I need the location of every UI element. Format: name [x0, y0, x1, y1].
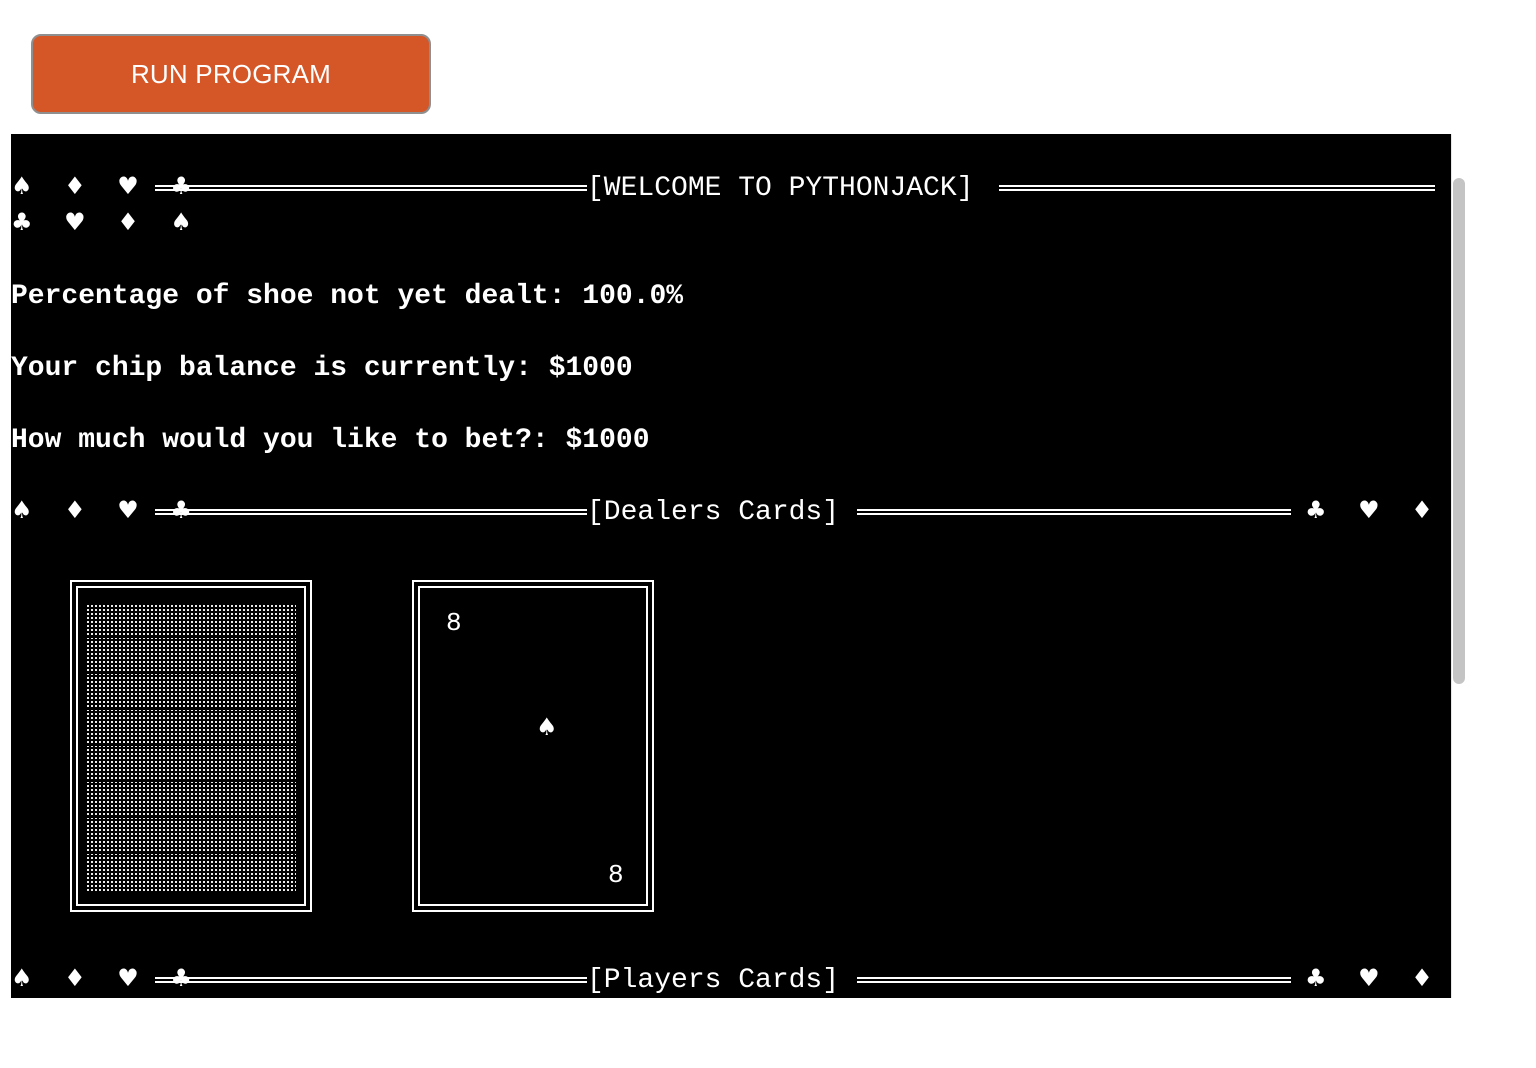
dealer-cards-title: [Dealers Cards] [587, 497, 840, 528]
dealer-card-8-spades: 8 ♠ 8 [412, 580, 654, 912]
terminal[interactable]: ♠ ♦ ♥ ♣ [WELCOME TO PYTHONJACK] ♣ ♥ ♦ ♠ … [11, 134, 1471, 998]
spade-icon: ♠ [536, 713, 558, 741]
chip-balance-line: Your chip balance is currently: $1000 [11, 353, 633, 384]
welcome-title: [WELCOME TO PYTHONJACK] [587, 173, 974, 204]
player-suits-right: ♣ ♥ ♦ ♠ [1305, 964, 1471, 992]
welcome-rule-left [155, 185, 587, 191]
card-inner-border: 8 ♠ 8 [418, 586, 648, 906]
run-program-button[interactable]: RUN PROGRAM [31, 34, 431, 114]
bet-prompt-line: How much would you like to bet?: $1000 [11, 425, 650, 456]
player-rule-left [155, 977, 587, 983]
card-inner-border [76, 586, 306, 906]
player-rule-right [857, 977, 1291, 983]
players-cards-title: [Players Cards] [587, 965, 840, 996]
dealer-suits-right: ♣ ♥ ♦ ♠ [1305, 496, 1471, 524]
card-back-pattern-icon [86, 604, 296, 892]
card-rank-top: 8 [446, 608, 462, 638]
shoe-percentage-line: Percentage of shoe not yet dealt: 100.0% [11, 281, 684, 312]
welcome-rule-right [999, 185, 1435, 191]
dealer-card-face-down [70, 580, 312, 912]
card-rank-bottom: 8 [608, 860, 624, 890]
dealer-rule-left [155, 509, 587, 515]
dealer-rule-right [857, 509, 1291, 515]
welcome-suits-wrapped: ♣ ♥ ♦ ♠ [11, 208, 204, 236]
terminal-scrollbar-thumb[interactable] [1453, 178, 1465, 684]
